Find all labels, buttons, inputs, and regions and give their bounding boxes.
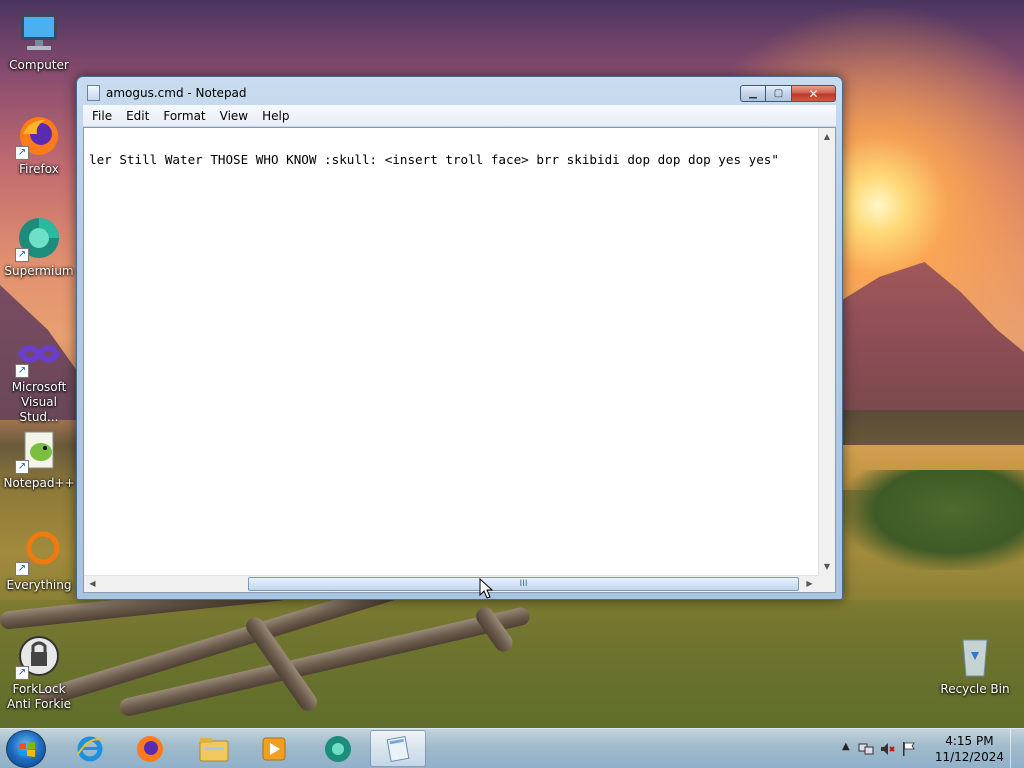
clock[interactable]: 4:15 PM 11/12/2024 (935, 733, 1004, 765)
shortcut-arrow-icon: ↗ (15, 460, 29, 474)
menu-help[interactable]: Help (255, 109, 296, 123)
minimize-icon: ▁ (749, 88, 757, 99)
notepad-icon (386, 735, 410, 762)
maximize-icon: ▢ (773, 88, 784, 99)
everything-search-icon: ↗ (15, 528, 63, 576)
vertical-scrollbar[interactable]: ▲ ▼ (818, 128, 835, 575)
desktop-icon-visual-studio[interactable]: ↗ Microsoft Visual Stud... (0, 330, 78, 425)
show-hidden-icons-icon[interactable]: ▲ (842, 741, 850, 752)
desktop-icon-supermium[interactable]: ↗ Supermium (0, 214, 78, 279)
shortcut-arrow-icon: ↗ (15, 248, 29, 262)
shortcut-arrow-icon: ↗ (15, 146, 29, 160)
window-title: amogus.cmd - Notepad (106, 86, 247, 100)
desktop-icon-label: Notepad++ (3, 476, 75, 490)
supermium-icon: ↗ (15, 214, 63, 262)
taskbar-internet-explorer[interactable] (62, 730, 118, 767)
desktop-icon-recycle-bin[interactable]: Recycle Bin (936, 632, 1014, 697)
wallpaper-treeline (843, 410, 1024, 450)
recycle-bin-icon (951, 632, 999, 680)
desktop-icon-label: Supermium (4, 264, 74, 278)
volume-muted-icon[interactable] (880, 741, 896, 757)
maximize-button[interactable]: ▢ (766, 85, 792, 102)
minimize-button[interactable]: ▁ (740, 85, 766, 102)
desktop-icon-firefox[interactable]: ↗ Firefox (0, 112, 78, 177)
menu-file[interactable]: File (85, 109, 119, 123)
desktop-icon-notepad-plus-plus[interactable]: ↗ Notepad++ (0, 426, 78, 491)
desktop-icon-label: Everything (6, 578, 72, 592)
windows-logo-icon (19, 742, 35, 757)
horizontal-scrollbar[interactable]: ◀ III ▶ (84, 575, 818, 592)
scroll-left-icon[interactable]: ◀ (84, 576, 101, 592)
network-icon[interactable] (858, 741, 874, 757)
menu-edit[interactable]: Edit (119, 109, 156, 123)
mouse-cursor-icon (479, 578, 493, 599)
taskbar-file-explorer[interactable] (186, 730, 242, 767)
title-bar[interactable]: amogus.cmd - Notepad ▁ ▢ ✕ (77, 77, 842, 107)
taskbar-media-player[interactable] (246, 730, 302, 767)
firefox-icon: ↗ (15, 112, 63, 160)
show-desktop-button[interactable] (1010, 729, 1024, 768)
start-button[interactable] (6, 730, 46, 768)
menu-view[interactable]: View (213, 109, 255, 123)
taskbar-notepad[interactable] (370, 730, 426, 767)
desktop-icon-label: Firefox (19, 162, 59, 176)
editor-content[interactable]: ler Still Water THOSE WHO KNOW :skull: <… (89, 152, 779, 167)
text-editor-area[interactable]: ler Still Water THOSE WHO KNOW :skull: <… (83, 127, 836, 593)
media-player-icon (262, 737, 286, 760)
taskbar: ▲ 4:15 PM 11/12/2024 (0, 728, 1024, 768)
wallpaper-bushes (843, 470, 1024, 570)
desktop-icon-label: Computer (9, 58, 69, 72)
desktop-icon-label: Recycle Bin (940, 682, 1010, 696)
action-center-flag-icon[interactable] (902, 741, 916, 757)
shortcut-arrow-icon: ↗ (15, 666, 29, 680)
desktop-icon-label: ForkLock Anti Forkie (6, 682, 72, 711)
scroll-down-icon[interactable]: ▼ (819, 558, 835, 575)
clock-time: 4:15 PM (945, 734, 994, 748)
desktop-icon-everything[interactable]: ↗ Everything (0, 528, 78, 593)
menu-bar: File Edit Format View Help (83, 105, 836, 126)
caption-buttons: ▁ ▢ ✕ (740, 85, 836, 102)
close-icon: ✕ (808, 86, 819, 101)
taskbar-supermium[interactable] (310, 730, 366, 767)
notepad-plus-plus-icon: ↗ (15, 426, 63, 474)
horizontal-scroll-thumb[interactable]: III (248, 577, 799, 591)
file-explorer-icon (199, 737, 229, 761)
computer-icon (15, 8, 63, 56)
system-tray: ▲ 4:15 PM 11/12/2024 (834, 729, 1024, 768)
close-button[interactable]: ✕ (792, 85, 836, 102)
desktop-icon-label: Microsoft Visual Stud... (11, 380, 67, 424)
firefox-icon (137, 735, 163, 762)
scrollbar-corner (818, 575, 835, 592)
internet-explorer-icon (77, 736, 103, 761)
supermium-icon (325, 735, 351, 762)
desktop-icon-computer[interactable]: Computer (0, 8, 78, 73)
clock-date: 11/12/2024 (934, 750, 1004, 764)
scroll-right-icon[interactable]: ▶ (801, 576, 818, 592)
taskbar-firefox[interactable] (122, 730, 178, 767)
desktop-icon-forklock[interactable]: ↗ ForkLock Anti Forkie (0, 632, 78, 712)
notepad-icon (87, 85, 100, 101)
wallpaper-mountain (843, 262, 1024, 412)
notepad-window[interactable]: amogus.cmd - Notepad ▁ ▢ ✕ File Edit For… (76, 76, 843, 600)
visual-studio-icon: ↗ (15, 330, 63, 378)
forklock-icon: ↗ (15, 632, 63, 680)
shortcut-arrow-icon: ↗ (15, 562, 29, 576)
shortcut-arrow-icon: ↗ (15, 364, 29, 378)
menu-format[interactable]: Format (156, 109, 212, 123)
scroll-up-icon[interactable]: ▲ (819, 128, 835, 145)
